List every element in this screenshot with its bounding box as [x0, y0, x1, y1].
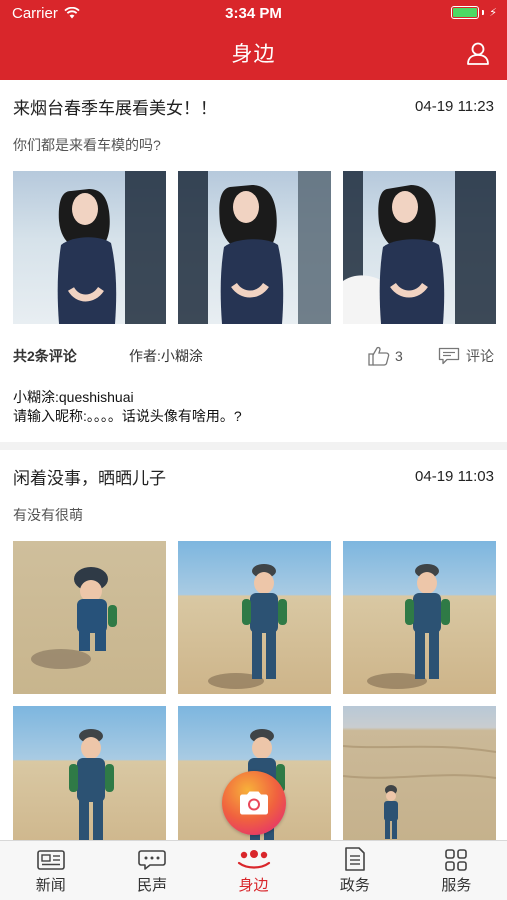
- post-subtitle: 有没有很萌: [13, 507, 83, 523]
- post-time: 04-19 11:23: [415, 98, 494, 115]
- feed-list[interactable]: 来烟台春季车展看美女！！ 04-19 11:23 你们都是来看车模的吗? 共2条…: [0, 80, 507, 840]
- tab-government[interactable]: 政务: [304, 841, 405, 900]
- comment-list: 小糊涂:queshishuai 请输入昵称:。。。。话说头像有啥用。?: [13, 388, 494, 442]
- top-bar: Carrier 3:34 PM ⚡ 身边: [0, 0, 507, 80]
- post-card[interactable]: 来烟台春季车展看美女！！ 04-19 11:23 你们都是来看车模的吗? 共2条…: [0, 80, 507, 442]
- carrier-label: Carrier: [12, 4, 58, 22]
- post-photo[interactable]: [178, 541, 331, 694]
- user-profile-icon[interactable]: [465, 40, 491, 66]
- battery-icon: ⚡: [451, 6, 497, 19]
- post-title: 来烟台春季车展看美女！！: [13, 99, 217, 118]
- comment-icon: [438, 347, 460, 365]
- photo-grid: [13, 171, 496, 324]
- comment-item: 小糊涂:queshishuai: [13, 389, 134, 405]
- charging-bolt-icon: ⚡: [489, 7, 497, 19]
- tab-label: 服务: [441, 877, 472, 894]
- comment-label: 评论: [466, 348, 494, 364]
- grid-icon: [445, 849, 468, 871]
- post-subtitle: 你们都是来看车模的吗?: [13, 137, 161, 153]
- status-bar: Carrier 3:34 PM ⚡: [0, 0, 507, 26]
- post-author: 作者:小糊涂: [129, 348, 203, 364]
- camera-button[interactable]: [222, 771, 286, 835]
- tab-label: 身边: [238, 877, 269, 894]
- like-count: 3: [395, 348, 403, 364]
- post-photo[interactable]: [343, 706, 496, 840]
- tab-label: 政务: [339, 877, 370, 894]
- post-photo[interactable]: [178, 171, 331, 324]
- post-photo[interactable]: [343, 541, 496, 694]
- comment-item: 请输入昵称:。。。。话说头像有啥用。?: [13, 408, 242, 424]
- comment-button[interactable]: 评论: [438, 346, 494, 366]
- people-icon: [237, 850, 270, 869]
- tab-bar: 新闻 民声 身边 政务 服务: [0, 840, 507, 900]
- thumbs-up-icon: [368, 346, 390, 366]
- wifi-icon: [64, 7, 80, 19]
- nav-bar: 身边: [0, 26, 507, 80]
- tab-voice[interactable]: 民声: [101, 841, 202, 900]
- post-title: 闲着没事，晒晒儿子: [13, 469, 166, 488]
- carrier-info: Carrier: [12, 5, 80, 22]
- tab-label: 新闻: [35, 877, 66, 894]
- comment-count: 共2条评论: [13, 348, 77, 364]
- newspaper-icon: [36, 850, 65, 870]
- post-photo[interactable]: [343, 171, 496, 324]
- post-photo[interactable]: [13, 171, 166, 324]
- page-title: 身边: [231, 43, 276, 66]
- camera-icon: [240, 791, 268, 815]
- post-photo[interactable]: [13, 541, 166, 694]
- post-meta: 共2条评论 作者:小糊涂 3 评论: [13, 346, 494, 366]
- post-photo[interactable]: [13, 706, 166, 840]
- tab-label: 民声: [137, 877, 168, 894]
- tab-services[interactable]: 服务: [406, 841, 507, 900]
- tab-nearby[interactable]: 身边: [203, 841, 304, 900]
- chat-bubble-icon: [138, 850, 166, 870]
- post-time: 04-19 11:03: [415, 468, 494, 485]
- document-icon: [345, 847, 365, 871]
- tab-news[interactable]: 新闻: [0, 841, 101, 900]
- like-button[interactable]: 3: [368, 346, 438, 366]
